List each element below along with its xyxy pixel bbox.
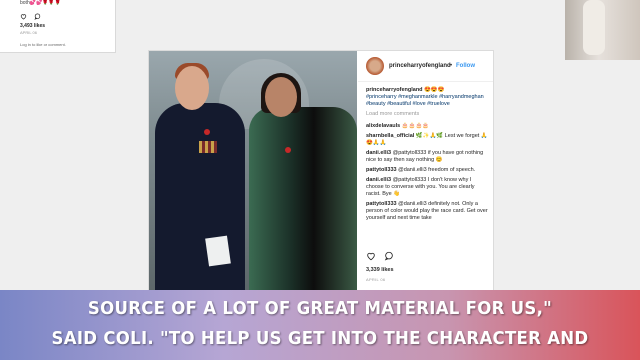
comment: danii.elli3 @pattytoll333 if you have go…	[366, 150, 488, 164]
follow-button[interactable]: Follow	[456, 63, 475, 69]
caption-hashtags[interactable]: #princeharry #meghanmarkle #harryandmegh…	[366, 94, 488, 108]
comment-text: 🎂🎂🎂🎂	[401, 123, 430, 129]
background-actions	[20, 13, 41, 20]
post-sidebar: princeharryofengland • Follow princeharr…	[358, 51, 493, 291]
comment-icon[interactable]	[34, 13, 41, 20]
background-login-prompt[interactable]: Log in to like or comment.	[20, 42, 66, 47]
background-likes: 3,493 likes	[20, 23, 46, 29]
caption-line-1: SOURCE OF A LOT OF GREAT MATERIAL FOR US…	[87, 298, 553, 319]
comment-username[interactable]: pattytoll333	[366, 201, 397, 207]
separator-dot: •	[450, 63, 453, 69]
post-date: APRIL 06	[366, 277, 386, 282]
heart-icon[interactable]	[366, 251, 376, 261]
caption-username[interactable]: princeharryofengland	[366, 87, 423, 93]
background-instagram-post: both💕💕🌹🌹🌹 3,493 likes APRIL 06 Log in to…	[0, 0, 116, 53]
comment-username[interactable]: danii.elli3	[366, 150, 391, 156]
comment-username[interactable]: pattytoll333	[366, 167, 397, 173]
background-photo	[565, 0, 640, 60]
comment-username[interactable]: danii.elli3	[366, 177, 391, 183]
post-photo[interactable]	[149, 51, 357, 291]
instagram-post: princeharryofengland • Follow princeharr…	[148, 50, 494, 292]
background-date: APRIL 06	[20, 30, 37, 35]
post-actions	[366, 251, 394, 261]
comment: pattytoll333 @danii.elli3 freedom of spe…	[366, 167, 488, 174]
comments-list: princeharryofengland 😍😍😍 #princeharry #m…	[366, 87, 488, 225]
comment-text: @danii.elli3 freedom of speech.	[398, 167, 476, 173]
load-more-comments[interactable]: Load more comments	[366, 111, 488, 118]
background-comment-text: both💕💕🌹🌹🌹	[20, 0, 61, 6]
post-header: princeharryofengland • Follow	[358, 51, 493, 82]
caption-emoji: 😍😍😍	[424, 87, 445, 93]
likes-count[interactable]: 3,339 likes	[366, 267, 394, 273]
comment: pattytoll333 @danii.elli3 definitely not…	[366, 201, 488, 222]
caption-banner: SOURCE OF A LOT OF GREAT MATERIAL FOR US…	[0, 290, 640, 360]
caption-line-2: SAID COLI. "TO HELP US GET INTO THE CHAR…	[51, 328, 589, 349]
comment: sharnbella_official 🌿✨🙏🌿 Lest we forget …	[366, 133, 488, 147]
comment-username[interactable]: sharnbella_official	[366, 133, 414, 139]
caption: princeharryofengland 😍😍😍 #princeharry #m…	[366, 87, 488, 108]
comment-username[interactable]: alixdelavauls	[366, 123, 400, 129]
heart-icon[interactable]	[20, 13, 27, 20]
comment: alixdelavauls 🎂🎂🎂🎂	[366, 123, 488, 130]
avatar[interactable]	[366, 57, 384, 75]
comment-icon[interactable]	[384, 251, 394, 261]
post-username[interactable]: princeharryofengland	[389, 63, 451, 69]
comment: danii.elli3 @pattytoll333 I don't know w…	[366, 177, 488, 198]
